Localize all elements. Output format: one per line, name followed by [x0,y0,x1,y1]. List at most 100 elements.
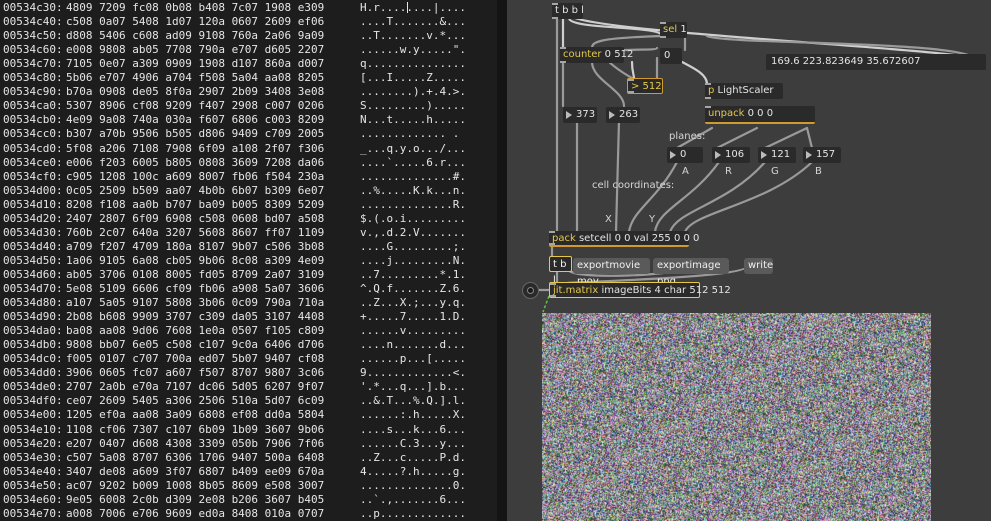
object-args: LightScaler [717,85,774,96]
hexdump-row[interactable]: 00534d30: 760b 2c07 640a 3207 5608 8607 f… [3,226,466,240]
hexdump-ascii: ..Z...c.....P.d. [360,450,466,464]
hexdump-row[interactable]: 00534e60: 9e05 6008 2c0b d309 2e08 b206 3… [3,493,466,507]
exportimage-message[interactable]: exportimage png [653,258,729,287]
hexdump-row[interactable]: 00534ca0: 5307 8906 cf08 9209 f407 2908 c… [3,99,466,113]
hexdump-row[interactable]: 00534e00: 1205 ef0a aa08 3a09 6808 ef08 d… [3,408,466,422]
label-x: X [605,214,612,225]
hexdump-row[interactable]: 00534cf0: c905 1208 100c a609 8007 fb06 f… [3,170,466,184]
hexdump-row[interactable]: 00534c50: d808 5406 c608 ad09 9108 760a 2… [3,29,466,43]
hexdump-pane[interactable]: 00534c30: 4809 7209 fc08 0b08 b408 7c07 1… [0,0,497,521]
hexdump-ascii: ......p...[..... [360,352,466,366]
hexdump-address: 00534ce0: [3,155,63,169]
hexdump-ascii: ..7.........*.1. [360,267,466,281]
hexdump-row[interactable]: 00534d40: a709 f207 4709 180a 8107 9b07 c… [3,240,466,254]
number-value: 157 [816,149,836,160]
hexdump-bytes: ab05 3706 0108 8005 fd05 8709 2a07 3109 [66,267,325,281]
hexdump-row[interactable]: 00534e70: a008 7006 e706 9609 ed0a 8408 0… [3,507,466,521]
hexdump-address: 00534dd0: [3,366,63,380]
hexdump-row[interactable]: 00534dd0: 3906 0605 fc07 a607 f507 8707 9… [3,366,466,380]
hexdump-row[interactable]: 00534c70: 7105 0e07 a309 0909 1908 d107 8… [3,57,466,71]
hexdump-address: 00534d20: [3,211,63,225]
hexdump-bytes: 5f08 a206 7108 7908 6f09 a108 2f07 f306 [66,141,325,155]
hexdump-ascii: ......C.3...y... [360,436,466,450]
number-value: 263 [619,109,639,120]
hexdump-ascii: ....j.........N. [360,253,466,267]
jit-matrix-object[interactable]: jit.matrix imageBits 4 char 512 512 [549,282,731,298]
hexdump-bytes: 2b08 b608 9909 3707 c309 da05 3107 4408 [66,310,325,324]
hexdump-ascii: ..&.T...%.Q.].l. [360,394,466,408]
patcher-window[interactable]: t b b l counter 0 512 sel 1 0 > 512 169.… [507,0,991,521]
hexdump-ascii: ....G.........;. [360,239,466,253]
object-name: counter [563,49,602,60]
hexdump-row[interactable]: 00534e40: 3407 de08 a609 3f07 6807 b409 e… [3,465,466,479]
hexdump-bytes: 2707 2a0b e70a 7107 dc06 5d05 6207 9f07 [66,380,325,394]
unpack-object[interactable]: unpack 0 0 0 [705,106,815,124]
hexdump-row[interactable]: 00534da0: ba08 aa08 9d06 7608 1e0a 0507 f… [3,324,466,338]
hexdump-bytes: b307 a70b 9506 b505 d806 9409 c709 2005 [66,127,325,141]
hexdump-row[interactable]: 00534d50: 1a06 9105 6a08 cb05 9b06 8c08 a… [3,254,466,268]
hexdump-ascii: 4.....?.h.....g. [360,464,466,478]
sel-object[interactable]: sel 1 [660,22,687,38]
hexdump-row[interactable]: 00534e20: e207 0407 d608 4308 3309 050b 7… [3,437,466,451]
hexdump-ascii: H.r........|.... [360,1,466,14]
hexdump-address: 00534e60: [3,492,63,506]
pane-divider[interactable] [497,0,507,521]
number-value: 0 [680,149,687,160]
hexdump-row[interactable]: 00534e10: 1108 cf06 7307 c107 6b09 1b09 3… [3,423,466,437]
hexdump-ascii: ....T.......&... [360,15,466,29]
pack-setcell-object[interactable]: pack setcell 0 0 val 255 0 0 0 [549,231,699,247]
toggle-button[interactable] [522,282,539,299]
hexdump-row[interactable]: 00534c90: b70a 0908 de05 8f0a 2907 2b09 3… [3,85,466,99]
number-box-a[interactable]: 0 [667,147,703,163]
number-box-x[interactable]: 373 [563,107,597,123]
write-message[interactable]: write [744,258,773,274]
hexdump-address: 00534ca0: [3,99,63,113]
hexdump-ascii: ..............R. [360,197,466,211]
hexdump-row[interactable]: 00534c30: 4809 7209 fc08 0b08 b408 7c07 1… [3,1,466,15]
hexdump-row[interactable]: 00534d90: 2b08 b608 9909 3707 c309 da05 3… [3,310,466,324]
hexdump-row[interactable]: 00534c40: c508 0a07 5408 1d07 120a 0607 2… [3,15,466,29]
list-display: 169.6 223.823649 35.672607 [766,54,986,70]
number-box-g[interactable]: 121 [758,147,796,163]
number-box-b[interactable]: 157 [803,147,841,163]
hexdump-row[interactable]: 00534cb0: 4e09 9a08 740a 030a f607 6806 c… [3,113,466,127]
trigger-tbbl-object[interactable]: t b b l [552,3,584,19]
hexdump-row[interactable]: 00534c80: 5b06 e707 4906 a704 f508 5a04 a… [3,71,466,85]
hexdump-bytes: 5e08 5109 6606 cf09 fb06 a908 5a07 3606 [66,282,325,295]
object-args: 1 [680,24,687,35]
subpatch-lightscaler-object[interactable]: p LightScaler [705,83,783,99]
hexdump-row[interactable]: 00534d80: a107 5a05 9107 5808 3b06 0c09 7… [3,296,466,310]
hexdump-row[interactable]: 00534d00: 0c05 2509 b509 aa07 4b0b 6b07 b… [3,184,466,198]
hexdump-ascii: ..`.,.......6... [360,492,466,506]
hexdump-row[interactable]: 00534cc0: b307 a70b 9506 b505 d806 9409 c… [3,127,459,141]
hexdump-row[interactable]: 00534e30: c507 5a08 8707 6306 1706 9407 5… [3,451,466,465]
hexdump-row[interactable]: 00534dc0: f005 0107 c707 700a ed07 5b07 9… [3,352,466,366]
hexdump-address: 00534dc0: [3,352,63,366]
hexdump-row[interactable]: 00534df0: ce07 2609 5405 a306 2506 510a 5… [3,394,466,408]
trigger-tbl-object[interactable]: t b l [549,256,572,286]
hexdump-ascii: ..T.......v.*... [360,29,466,43]
hexdump-row[interactable]: 00534ce0: e006 f203 6005 b805 0808 3609 7… [3,156,466,170]
jit-pwindow-noise-display[interactable] [542,313,931,521]
number-box-r[interactable]: 106 [712,147,750,163]
hexdump-row[interactable]: 00534db0: 9808 bb07 6e05 c508 c107 9c0a 6… [3,338,466,352]
object-name: pack [552,233,576,244]
hexdump-address: 00534e20: [3,436,63,450]
hexdump-row[interactable]: 00534e50: ac07 9202 b009 1008 8b05 8609 e… [3,479,466,493]
number-zero-box[interactable]: 0 [660,48,682,64]
hexdump-row[interactable]: 00534d20: 2407 2807 6f09 6908 c508 0608 b… [3,212,466,226]
hexdump-row[interactable]: 00534cd0: 5f08 a206 7108 7908 6f09 a108 2… [3,142,466,156]
hexdump-bytes: 3407 de08 a609 3f07 6807 b409 ee09 670a [66,464,325,478]
hexdump-row[interactable]: 00534d60: ab05 3706 0108 8005 fd05 8709 2… [3,268,466,282]
hexdump-row[interactable]: 00534c60: e008 9808 ab05 7708 790a e707 d… [3,43,466,57]
hexdump-row[interactable]: 00534d70: 5e08 5109 6606 cf09 fb06 a908 5… [3,282,466,296]
hexdump-row[interactable]: 00534de0: 2707 2a0b e70a 7107 dc06 5d05 6… [3,380,466,394]
counter-object[interactable]: counter 0 512 [560,47,633,63]
greater-than-object[interactable]: > 512 [627,78,663,94]
hexdump-bytes: c507 5a08 8707 6306 1706 9407 500a 6408 [66,450,325,464]
number-box-y[interactable]: 263 [606,107,640,123]
hexdump-row[interactable]: 00534d10: 8208 f108 aa0b b707 ba09 b005 8… [3,198,466,212]
exportmovie-message[interactable]: exportmovie mov [573,258,650,287]
hexdump-ascii: S.........)..... [360,99,466,113]
hexdump-bytes: 8208 f108 aa0b b707 ba09 b005 8309 5209 [66,197,325,211]
